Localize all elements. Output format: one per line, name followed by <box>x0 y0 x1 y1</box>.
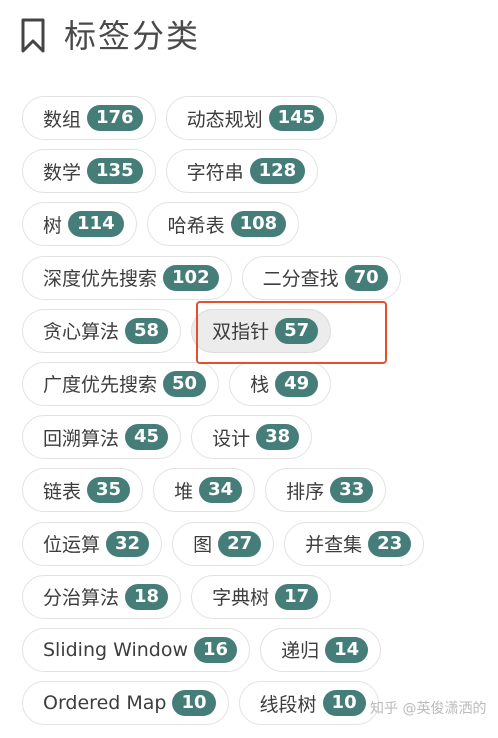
tag-chip[interactable]: 数组 176 <box>22 96 156 140</box>
tag-label: 设计 <box>212 427 251 450</box>
tag-count-badge: 27 <box>218 530 262 557</box>
tag-chip[interactable]: 哈希表 108 <box>146 202 300 247</box>
tag-chip[interactable]: 树 114 <box>22 202 137 247</box>
tag-chip[interactable]: 位运算 32 <box>22 521 163 566</box>
tag-count-badge: 33 <box>330 477 374 504</box>
tag-label: 栈 <box>250 374 270 397</box>
tag-chip[interactable]: 数学 135 <box>22 149 156 194</box>
tag-count-badge: 38 <box>256 424 300 451</box>
tag-count-badge: 32 <box>106 530 150 557</box>
tag-chip[interactable]: Ordered Map 10 <box>22 681 229 726</box>
tag-label: Sliding Window <box>43 638 189 661</box>
tag-count-badge: 176 <box>87 105 143 131</box>
tag-label: 位运算 <box>43 534 101 556</box>
tag-label: 并查集 <box>305 534 363 556</box>
tag-count-badge: 49 <box>275 370 319 397</box>
tag-label: 链表 <box>43 480 82 503</box>
tag-label: 字符串 <box>186 161 244 184</box>
tag-chip[interactable]: 图 27 <box>172 521 275 566</box>
tag-label: 树 <box>43 214 63 237</box>
tag-row: 位运算 32 图 27 并查集 23 <box>22 521 498 566</box>
tag-count-badge: 58 <box>125 317 169 344</box>
tag-label: 排序 <box>286 480 325 503</box>
tag-count-badge: 34 <box>199 477 243 504</box>
tag-count-badge: 45 <box>125 424 169 451</box>
tag-count-badge: 114 <box>68 211 124 238</box>
tag-label: 数学 <box>43 161 82 184</box>
tag-count-badge: 16 <box>194 636 238 663</box>
tag-label: 回溯算法 <box>43 427 120 450</box>
tag-label: 二分查找 <box>262 268 339 291</box>
tag-label: 广度优先搜索 <box>43 374 158 397</box>
tag-chip[interactable]: 排序 33 <box>265 468 387 513</box>
tag-count-badge: 23 <box>368 530 412 557</box>
tag-chip[interactable]: 递归 14 <box>260 627 382 672</box>
tag-label: 数组 <box>43 108 82 131</box>
tag-label: 双指针 <box>212 321 270 344</box>
tag-row: 数学 135 字符串 128 <box>22 149 498 194</box>
tag-count-badge: 14 <box>325 636 369 663</box>
tag-count-badge: 17 <box>275 583 319 610</box>
tag-chip[interactable]: 堆 34 <box>153 468 256 513</box>
tag-row: 深度优先搜索 102 二分查找 70 <box>22 255 498 300</box>
tag-count-badge: 108 <box>230 211 287 238</box>
tag-count-badge: 50 <box>163 370 207 397</box>
tag-label: 递归 <box>281 640 320 663</box>
tag-label: 动态规划 <box>186 108 263 131</box>
tag-row: 树 114 哈希表 108 <box>22 202 498 247</box>
tag-label: 图 <box>193 534 213 556</box>
header: 标签分类 <box>20 14 200 58</box>
tag-row: 回溯算法 45 设计 38 <box>22 415 498 460</box>
tag-label: 堆 <box>174 480 194 503</box>
tag-label: 字典树 <box>212 587 270 610</box>
tag-count-badge: 10 <box>322 690 366 717</box>
tag-label: Ordered Map <box>43 692 167 715</box>
tag-chip[interactable]: 线段树 10 <box>238 681 379 726</box>
tag-chip[interactable]: 栈 49 <box>229 361 332 406</box>
tag-count-badge: 128 <box>249 158 306 185</box>
tag-count-badge: 135 <box>87 158 143 185</box>
tag-count-badge: 57 <box>275 317 319 344</box>
tag-count-badge: 145 <box>268 105 325 131</box>
page-title: 标签分类 <box>64 17 201 55</box>
tag-label: 贪心算法 <box>43 321 120 344</box>
tag-chip[interactable]: 并查集 23 <box>284 521 425 566</box>
tag-chip[interactable]: 字典树 17 <box>191 574 332 619</box>
tag-chip[interactable]: 贪心算法 58 <box>22 308 182 353</box>
tag-count-badge: 35 <box>87 477 131 504</box>
tag-chip[interactable]: 分治算法 18 <box>22 574 182 619</box>
tag-chip[interactable]: 广度优先搜索 50 <box>22 361 220 406</box>
tag-row: 广度优先搜索 50 栈 49 <box>22 361 498 406</box>
tag-label: 哈希表 <box>167 214 225 237</box>
tag-row: 贪心算法 58 双指针 57 <box>22 308 498 353</box>
bookmark-icon <box>21 18 45 53</box>
tag-chip[interactable]: 链表 35 <box>22 468 144 513</box>
tag-label: 线段树 <box>259 693 317 716</box>
tag-count-badge: 70 <box>344 264 388 291</box>
tag-count-badge: 10 <box>172 690 216 717</box>
tag-chip[interactable]: 设计 38 <box>191 415 313 460</box>
tag-row: Sliding Window 16 递归 14 <box>22 627 498 672</box>
tag-label: 分治算法 <box>43 587 120 610</box>
tag-chip[interactable]: 动态规划 145 <box>165 96 338 140</box>
tag-label: 深度优先搜索 <box>43 268 158 291</box>
tag-chip[interactable]: 深度优先搜索 102 <box>22 255 232 300</box>
tag-row: 链表 35 堆 34 排序 33 <box>22 468 498 513</box>
tag-chip[interactable]: Sliding Window 16 <box>22 627 251 672</box>
tag-chip[interactable]: 字符串 128 <box>165 149 319 194</box>
tag-chip[interactable]: 双指针 57 <box>191 308 332 353</box>
tag-chip[interactable]: 二分查找 70 <box>241 255 401 300</box>
tag-count-badge: 18 <box>125 583 169 610</box>
tag-count-badge: 102 <box>163 264 219 291</box>
tag-list: 数组 176 动态规划 145 数学 135 字符串 128 树 114 哈希表 108 深度优先搜索 1… <box>22 96 498 734</box>
tag-row: 数组 176 动态规划 145 <box>22 96 498 140</box>
tag-chip[interactable]: 回溯算法 45 <box>22 415 182 460</box>
tag-row: Ordered Map 10 线段树 10 <box>22 681 498 726</box>
tag-row: 分治算法 18 字典树 17 <box>22 574 498 619</box>
